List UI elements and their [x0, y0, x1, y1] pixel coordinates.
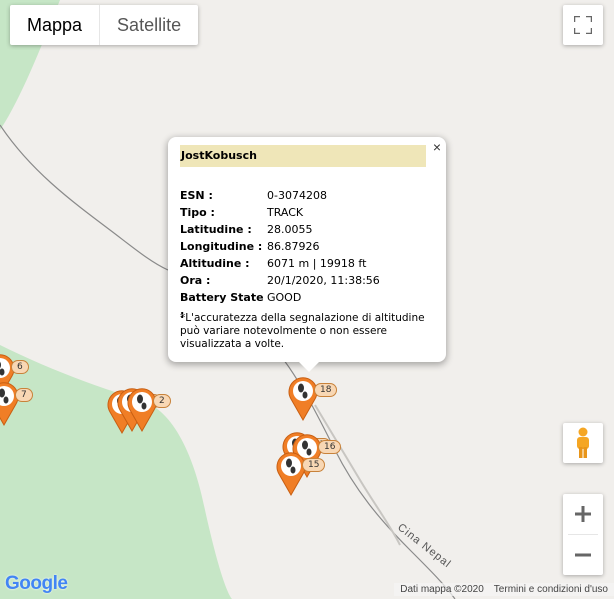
map-canvas[interactable]: 6781218171615 Cina Nepal Mappa Satellite…	[0, 0, 614, 599]
map-type-control: Mappa Satellite	[10, 5, 199, 45]
border-line	[0, 124, 169, 271]
zoom-out-button[interactable]	[563, 535, 603, 575]
fullscreen-button[interactable]	[563, 5, 603, 45]
map-data-link[interactable]: Dati mappa ©2020	[400, 584, 484, 595]
detail-row: Ora : 20/1/2020, 11:38:56	[180, 272, 380, 289]
terms-link[interactable]: Termini e condizioni d'uso	[494, 584, 608, 595]
plus-icon	[575, 506, 591, 522]
detail-key: Altitudine :	[180, 257, 250, 270]
detail-key: Longitudine :	[180, 240, 263, 253]
detail-value: 28.0055	[267, 223, 313, 236]
street-view-pegman-button[interactable]	[563, 423, 603, 463]
track-marker[interactable]: 2	[127, 386, 187, 432]
detail-value: 86.87926	[267, 240, 320, 253]
detail-row: Altitudine : 6071 m | 19918 ft	[180, 255, 380, 272]
detail-value: GOOD	[267, 291, 302, 304]
marker-count-label: 15	[302, 458, 326, 472]
altitude-accuracy-note: *L'accuratezza della segnalazione di alt…	[180, 312, 425, 350]
google-logo[interactable]: Google	[5, 573, 68, 595]
zoom-control	[563, 494, 603, 575]
track-marker[interactable]: 18	[288, 375, 348, 421]
detail-key: Tipo :	[180, 206, 215, 219]
detail-key: Latitudine :	[180, 223, 252, 236]
marker-count-label: 7	[15, 388, 33, 402]
close-icon[interactable]: ×	[433, 139, 441, 155]
info-window-title: JostKobusch	[180, 145, 426, 167]
detail-value: 6071 m | 19918 ft	[267, 257, 367, 270]
zoom-in-button[interactable]	[563, 494, 603, 534]
map-attribution: Dati mappa ©2020 Termini e condizioni d'…	[394, 583, 614, 596]
marker-count-label: 6	[11, 360, 29, 374]
marker-count-label: 18	[314, 383, 338, 397]
detail-row: Tipo : TRACK	[180, 204, 380, 221]
map-type-satellite-button[interactable]: Satellite	[100, 5, 198, 45]
detail-key: Ora :	[180, 274, 211, 287]
detail-row: Latitudine : 28.0055	[180, 221, 380, 238]
detail-key: Battery State :	[180, 291, 264, 321]
detail-row: ESN : 0-3074208	[180, 187, 380, 204]
track-marker[interactable]: 15	[276, 450, 336, 496]
marker-count-label: 2	[153, 394, 171, 408]
pegman-icon	[577, 427, 589, 458]
detail-key: ESN :	[180, 189, 213, 202]
fullscreen-icon	[574, 16, 592, 34]
detail-value: TRACK	[267, 206, 304, 219]
detail-value: 0-3074208	[267, 189, 327, 202]
detail-row: Longitudine : 86.87926	[180, 238, 380, 255]
detail-row: Battery State : GOOD	[180, 289, 380, 321]
minus-icon	[575, 553, 591, 557]
info-window-details: ESN : 0-3074208 Tipo : TRACK Latitudine : 2…	[180, 187, 380, 321]
detail-value: 20/1/2020, 11:38:56	[267, 274, 380, 287]
info-window: × JostKobusch ESN : 0-3074208 Tipo : TRACK…	[168, 137, 446, 372]
map-type-map-button[interactable]: Mappa	[10, 5, 99, 45]
track-marker[interactable]: 7	[0, 380, 49, 426]
